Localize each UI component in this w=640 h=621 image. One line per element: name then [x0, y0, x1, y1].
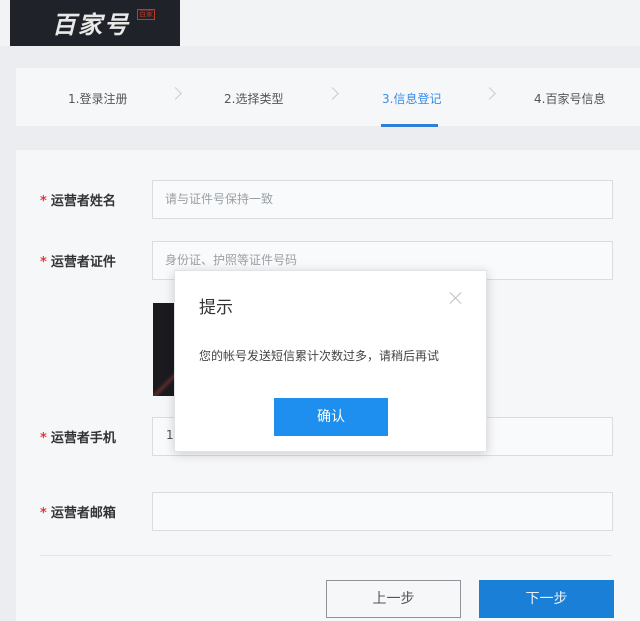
alert-dialog: 提示 您的帐号发送短信累计次数过多，请稍后再试 确认	[174, 270, 487, 452]
dialog-message: 您的帐号发送短信累计次数过多，请稍后再试	[199, 349, 440, 363]
dialog-title: 提示	[199, 298, 233, 318]
confirm-button[interactable]: 确认	[274, 398, 388, 436]
close-icon[interactable]	[446, 288, 466, 308]
